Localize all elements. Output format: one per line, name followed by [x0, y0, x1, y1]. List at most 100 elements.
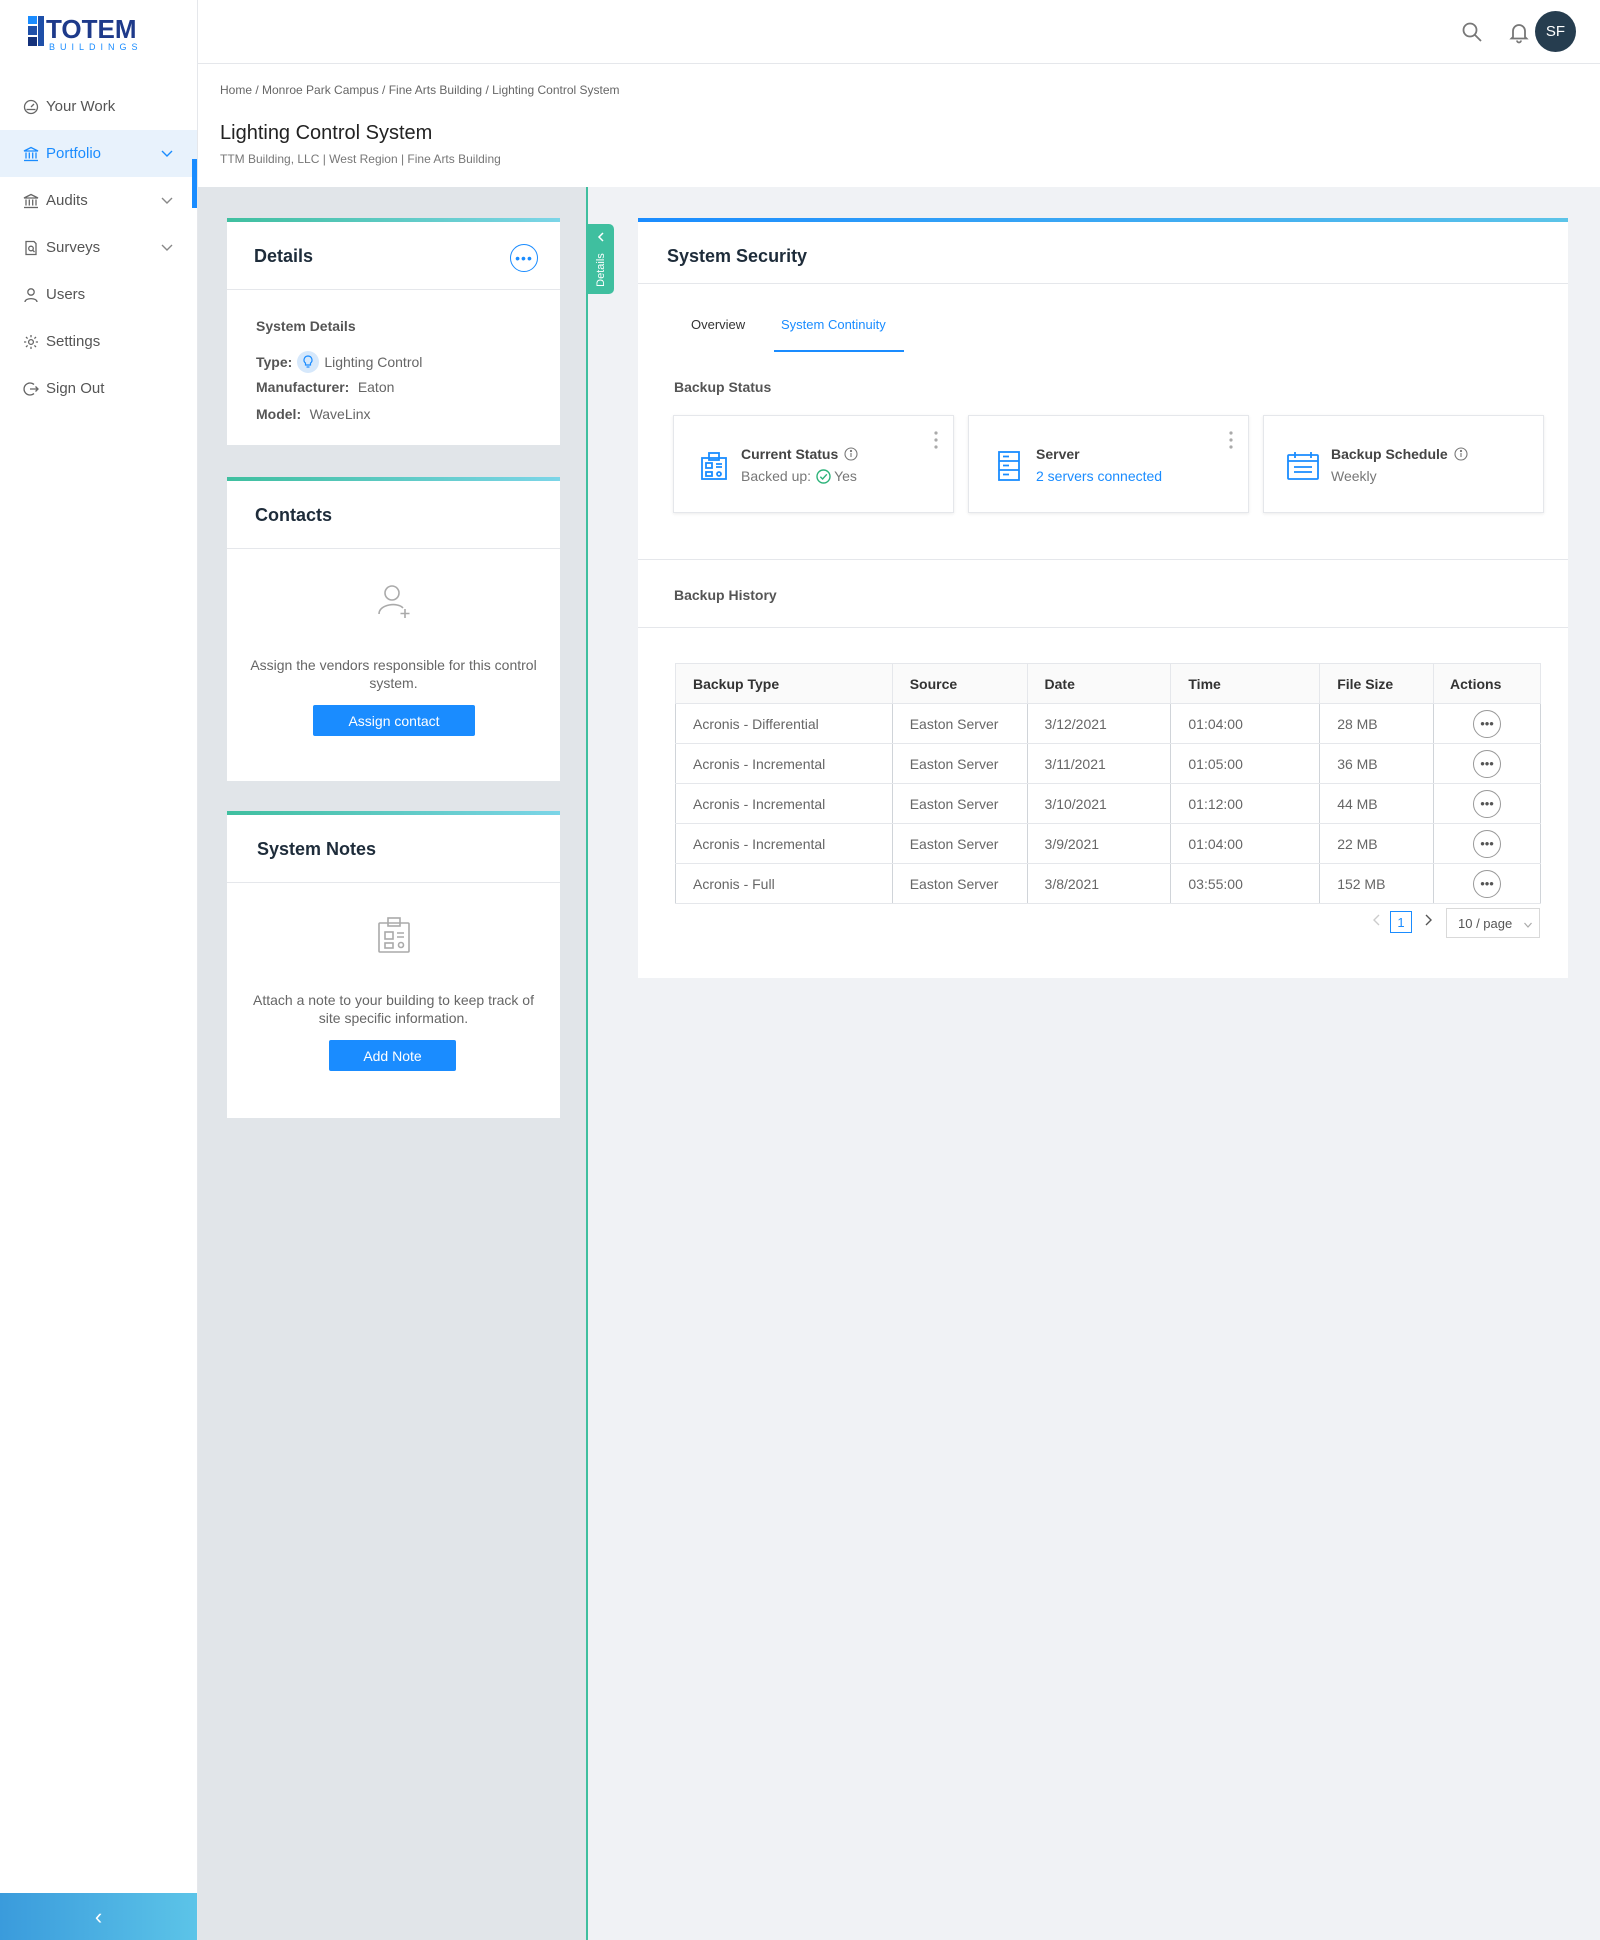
manufacturer-label: Manufacturer: — [256, 379, 350, 395]
backup-history-heading: Backup History — [674, 587, 777, 603]
table-header-row: Backup Type Source Date Time File Size A… — [675, 663, 1541, 704]
chevron-down-icon — [159, 145, 175, 161]
chevron-down-icon — [159, 192, 175, 208]
totem-logo[interactable]: TOTEM BUILDINGS — [28, 14, 168, 54]
logo-text: TOTEM — [46, 14, 137, 44]
cell-source: Easton Server — [891, 783, 1028, 824]
dashboard-icon — [22, 98, 40, 116]
add-note-button[interactable]: Add Note — [329, 1040, 456, 1071]
file-search-icon — [22, 239, 40, 257]
cell-backup-type: Acronis - Incremental — [675, 743, 893, 784]
tab-overview[interactable]: Overview — [691, 317, 745, 332]
building-status-icon — [698, 450, 730, 482]
column-header[interactable]: Backup Type — [675, 663, 893, 704]
backup-status-heading: Backup Status — [674, 379, 772, 395]
card-header: Contacts — [227, 481, 560, 549]
cell-file-size: 152 MB — [1319, 863, 1435, 904]
breadcrumb[interactable]: Home / Monroe Park Campus / Fine Arts Bu… — [220, 83, 620, 97]
cell-backup-type: Acronis - Full — [675, 863, 893, 904]
sidebar-item-label: Settings — [46, 333, 101, 350]
table-row[interactable]: Acronis - Incremental Easton Server 3/10… — [675, 783, 1541, 824]
column-header[interactable]: Time — [1170, 663, 1321, 704]
chevron-left-icon: ‹ — [94, 1903, 103, 1929]
pagination-page-1[interactable]: 1 — [1390, 911, 1412, 933]
lightbulb-icon — [297, 351, 320, 373]
page-size-value: 10 / page — [1458, 915, 1513, 931]
system-security-panel: System Security Overview System Continui… — [638, 218, 1568, 978]
sidebar-item-your-work[interactable]: Your Work — [0, 83, 197, 130]
panel-divider — [638, 283, 1568, 284]
backup-schedule-label: Backup Schedule — [1331, 446, 1448, 462]
row-more-button[interactable]: ••• — [1473, 709, 1502, 738]
model-value: WaveLinx — [309, 406, 371, 422]
current-status-label: Current Status — [741, 446, 839, 462]
row-more-button[interactable]: ••• — [1473, 789, 1502, 818]
sidebar-nav: Your Work Portfolio Audits Surveys Users… — [0, 83, 197, 412]
cell-time: 01:05:00 — [1170, 743, 1321, 784]
avatar[interactable]: SF — [1535, 11, 1576, 52]
manufacturer-value: Eaton — [357, 379, 395, 395]
table-row[interactable]: Acronis - Incremental Easton Server 3/9/… — [675, 823, 1541, 864]
chevron-down-icon — [159, 239, 175, 255]
cell-date: 3/12/2021 — [1026, 703, 1172, 744]
current-status-value-row: Backed up: Yes — [741, 468, 857, 484]
cell-time: 01:12:00 — [1170, 783, 1321, 824]
details-collapse-tab[interactable]: Details — [588, 224, 614, 294]
table-row[interactable]: Acronis - Incremental Easton Server 3/11… — [675, 743, 1541, 784]
row-more-button[interactable]: ••• — [1473, 749, 1502, 778]
sidebar-item-sign-out[interactable]: Sign Out — [0, 365, 197, 412]
cell-backup-type: Acronis - Differential — [675, 703, 893, 744]
cell-actions: ••• — [1433, 863, 1541, 904]
card-title: Contacts — [255, 505, 333, 525]
page-size-select[interactable]: 10 / page — [1446, 908, 1540, 938]
current-status-title: Current Status — [741, 446, 858, 464]
active-tab-indicator — [774, 350, 904, 352]
bank-icon — [22, 145, 40, 163]
page-header: Home / Monroe Park Campus / Fine Arts Bu… — [198, 64, 1600, 187]
column-header[interactable]: File Size — [1319, 663, 1435, 704]
gear-icon — [22, 333, 40, 351]
cell-source: Easton Server — [891, 823, 1028, 864]
cell-date: 3/11/2021 — [1026, 743, 1172, 784]
bell-icon[interactable] — [1507, 20, 1531, 44]
sidebar-item-surveys[interactable]: Surveys — [0, 224, 197, 271]
sidebar-item-portfolio[interactable]: Portfolio — [0, 130, 197, 177]
kebab-menu-icon[interactable] — [1228, 430, 1234, 450]
pagination-next-icon[interactable] — [1423, 913, 1433, 930]
pagination-prev-icon[interactable] — [1372, 913, 1382, 930]
details-card: Details ••• System Details Type: Lightin… — [227, 218, 560, 445]
column-divider — [586, 187, 588, 1940]
table-row[interactable]: Acronis - Differential Easton Server 3/1… — [675, 703, 1541, 744]
sidebar-item-settings[interactable]: Settings — [0, 318, 197, 365]
add-user-icon — [374, 581, 414, 621]
clipboard-icon — [374, 915, 414, 955]
notes-empty-text: Attach a note to your building to keep t… — [253, 992, 534, 1026]
row-more-button[interactable]: ••• — [1473, 869, 1502, 898]
info-icon[interactable] — [844, 447, 858, 464]
column-header[interactable]: Date — [1026, 663, 1172, 704]
panel-divider — [638, 627, 1568, 628]
row-more-button[interactable]: ••• — [1473, 829, 1502, 858]
cell-actions: ••• — [1433, 703, 1541, 744]
column-header[interactable]: Source — [891, 663, 1028, 704]
cell-date: 3/9/2021 — [1026, 823, 1172, 864]
kebab-menu-icon[interactable] — [933, 430, 939, 450]
active-indicator — [192, 159, 197, 208]
server-card: Server 2 servers connected — [968, 415, 1249, 513]
assign-contact-button[interactable]: Assign contact — [313, 705, 475, 736]
more-options-button[interactable]: ••• — [510, 244, 538, 272]
tab-system-continuity[interactable]: System Continuity — [781, 317, 886, 332]
search-icon[interactable] — [1460, 20, 1484, 44]
servers-connected-link[interactable]: 2 servers connected — [1036, 468, 1162, 484]
collapse-sidebar-button[interactable]: ‹ — [0, 1893, 197, 1940]
sidebar-item-users[interactable]: Users — [0, 271, 197, 318]
table-row[interactable]: Acronis - Full Easton Server 3/8/2021 03… — [675, 863, 1541, 904]
backup-history-table: Backup Type Source Date Time File Size A… — [675, 663, 1541, 904]
logo-tagline: BUILDINGS — [49, 42, 143, 52]
page-title: Lighting Control System — [220, 122, 433, 144]
info-icon[interactable] — [1454, 447, 1468, 464]
sidebar-item-audits[interactable]: Audits — [0, 177, 197, 224]
cell-actions: ••• — [1433, 743, 1541, 784]
cell-time: 01:04:00 — [1170, 823, 1321, 864]
cell-source: Easton Server — [891, 703, 1028, 744]
